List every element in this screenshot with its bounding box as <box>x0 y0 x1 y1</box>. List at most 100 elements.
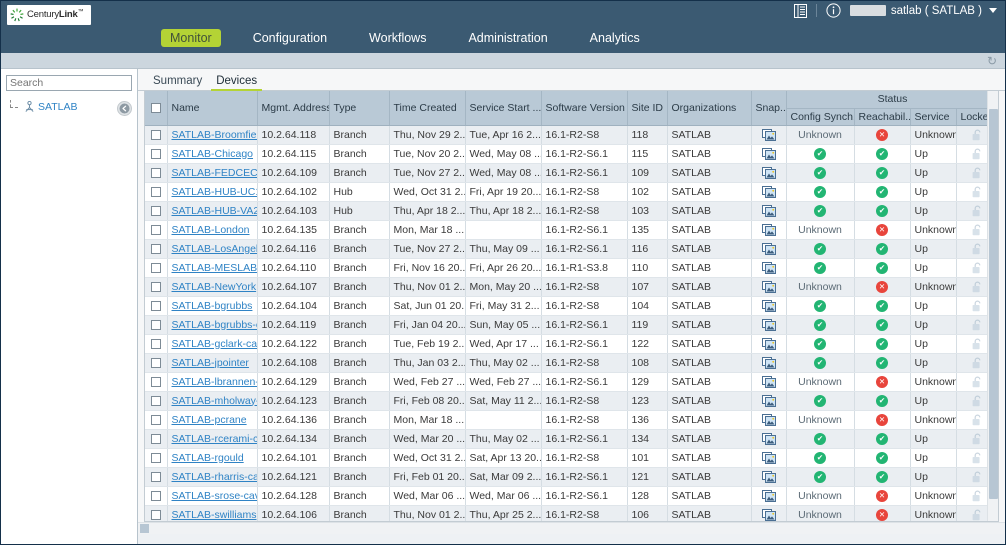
snapshot-icon[interactable] <box>761 451 776 464</box>
cell-name[interactable]: SATLAB-bgrubbs <box>167 296 258 316</box>
table-row[interactable]: SATLAB-rcerami-cavs10.2.64.134BranchWed,… <box>145 429 998 449</box>
snapshot-icon[interactable] <box>761 204 776 217</box>
tree-item-satlab[interactable]: SATLAB <box>6 100 132 113</box>
col-header-mgmt-address[interactable]: Mgmt. Address <box>257 91 330 126</box>
cell-snapshot[interactable] <box>751 448 787 468</box>
table-row[interactable]: SATLAB-rharris-cavs10.2.64.121BranchFri,… <box>145 467 998 487</box>
cell-snapshot[interactable] <box>751 467 787 487</box>
cell-name[interactable]: SATLAB-bgrubbs-ca... <box>167 315 258 335</box>
cell-snapshot[interactable] <box>751 372 787 392</box>
cell-name[interactable]: SATLAB-lbrannen-c... <box>167 372 258 392</box>
table-row[interactable]: SATLAB-NewYork 10.2.64.107 Branch Thu, Nov … <box>145 277 998 297</box>
table-row[interactable]: SATLAB-srose-cavs 10.2.64.128 Branch Wed, M… <box>145 486 998 506</box>
cell-name[interactable]: SATLAB-HUB-UC1 <box>167 182 258 202</box>
col-header-software-version[interactable]: Software Version <box>541 91 628 126</box>
select-all-header[interactable] <box>145 91 168 126</box>
cell-name[interactable]: SATLAB-mholway-c... <box>167 391 258 411</box>
snapshot-icon[interactable] <box>761 223 776 236</box>
device-name-link[interactable]: SATLAB-jpointer <box>172 357 249 369</box>
row-checkbox[interactable] <box>150 471 161 482</box>
device-name-link[interactable]: SATLAB-LosAngeles <box>172 243 257 255</box>
snapshot-icon[interactable] <box>761 185 776 198</box>
table-row[interactable]: SATLAB-London 10.2.64.135 Branch Mon, Mar 1… <box>145 220 998 240</box>
row-select-cell[interactable] <box>145 467 168 487</box>
unlocked-icon[interactable] <box>972 262 983 274</box>
unlocked-icon[interactable] <box>972 414 983 426</box>
collapse-sidebar-button[interactable] <box>117 101 132 116</box>
device-name-link[interactable]: SATLAB-bgrubbs-ca... <box>172 319 257 331</box>
row-checkbox[interactable] <box>150 148 161 159</box>
snapshot-icon[interactable] <box>761 166 776 179</box>
device-name-link[interactable]: SATLAB-MESLAB1 <box>172 262 257 274</box>
row-select-cell[interactable] <box>145 353 168 373</box>
snapshot-icon[interactable] <box>761 470 776 483</box>
cell-name[interactable]: SATLAB-FEDCEC <box>167 163 258 183</box>
device-name-link[interactable]: SATLAB-srose-cavs <box>172 490 257 502</box>
unlocked-icon[interactable] <box>972 338 983 350</box>
cell-snapshot[interactable] <box>751 163 787 183</box>
unlocked-icon[interactable] <box>972 490 983 502</box>
cell-snapshot[interactable] <box>751 334 787 354</box>
cell-snapshot[interactable] <box>751 201 787 221</box>
row-select-cell[interactable] <box>145 391 168 411</box>
snapshot-icon[interactable] <box>761 508 776 521</box>
table-row[interactable]: SATLAB-bgrubbs-ca...10.2.64.119BranchFri… <box>145 315 998 335</box>
nav-item-monitor[interactable]: Monitor <box>161 29 221 47</box>
snapshot-icon[interactable] <box>761 242 776 255</box>
cell-name[interactable]: SATLAB-HUB-VA2 <box>167 201 258 221</box>
snapshot-icon[interactable] <box>761 280 776 293</box>
col-header-type[interactable]: Type <box>329 91 390 126</box>
device-name-link[interactable]: SATLAB-Chicago <box>172 148 254 160</box>
cell-snapshot[interactable] <box>751 429 787 449</box>
table-row[interactable]: SATLAB-bgrubbs 10.2.64.104 Branch Sat, Jun … <box>145 296 998 316</box>
centurylink-logo[interactable]: CenturyLink™ <box>7 5 91 25</box>
table-row[interactable]: SATLAB-Broomfield 10.2.64.118 Branch Thu, N… <box>145 125 998 145</box>
cell-name[interactable]: SATLAB-LosAngeles <box>167 239 258 259</box>
table-row[interactable]: SATLAB-pcrane 10.2.64.136 Branch Mon, Mar 1… <box>145 410 998 430</box>
cell-name[interactable]: SATLAB-srose-cavs <box>167 486 258 506</box>
nav-item-analytics[interactable]: Analytics <box>580 28 650 48</box>
device-name-link[interactable]: SATLAB-HUB-UC1 <box>172 186 257 198</box>
row-checkbox[interactable] <box>150 281 161 292</box>
snapshot-icon[interactable] <box>761 128 776 141</box>
row-checkbox[interactable] <box>150 167 161 178</box>
nav-item-workflows[interactable]: Workflows <box>359 28 436 48</box>
cell-snapshot[interactable] <box>751 182 787 202</box>
row-checkbox[interactable] <box>150 338 161 349</box>
row-checkbox[interactable] <box>150 376 161 387</box>
table-row[interactable]: SATLAB-lbrannen-c...10.2.64.129BranchWed… <box>145 372 998 392</box>
cell-snapshot[interactable] <box>751 220 787 240</box>
nav-item-administration[interactable]: Administration <box>458 28 557 48</box>
row-checkbox[interactable] <box>150 205 161 216</box>
snapshot-icon[interactable] <box>761 299 776 312</box>
table-row[interactable]: SATLAB-HUB-UC1 10.2.64.102 Hub Wed, Oct 31 … <box>145 182 998 202</box>
table-row[interactable]: SATLAB-gclark-cavs10.2.64.122BranchTue, … <box>145 334 998 354</box>
row-select-cell[interactable] <box>145 505 168 521</box>
table-row[interactable]: SATLAB-rgould 10.2.64.101 Branch Wed, Oct 3… <box>145 448 998 468</box>
snapshot-icon[interactable] <box>761 413 776 426</box>
device-name-link[interactable]: SATLAB-Broomfield <box>172 129 257 141</box>
row-select-cell[interactable] <box>145 125 168 145</box>
device-name-link[interactable]: SATLAB-pcrane <box>172 414 247 426</box>
search-input[interactable] <box>6 75 132 91</box>
row-checkbox[interactable] <box>150 243 161 254</box>
row-select-cell[interactable] <box>145 410 168 430</box>
table-row[interactable]: SATLAB-LosAngeles10.2.64.116BranchTue, N… <box>145 239 998 259</box>
col-header-name[interactable]: Name <box>167 91 258 126</box>
col-header-snapshot[interactable]: Snap... <box>751 91 787 126</box>
cell-snapshot[interactable] <box>751 125 787 145</box>
row-select-cell[interactable] <box>145 182 168 202</box>
row-checkbox[interactable] <box>150 395 161 406</box>
snapshot-icon[interactable] <box>761 375 776 388</box>
row-select-cell[interactable] <box>145 220 168 240</box>
col-header-reachability[interactable]: Reachabil... <box>854 108 911 126</box>
row-checkbox[interactable] <box>150 224 161 235</box>
row-checkbox[interactable] <box>150 433 161 444</box>
col-header-service[interactable]: Service <box>910 108 957 126</box>
unlocked-icon[interactable] <box>972 129 983 141</box>
row-select-cell[interactable] <box>145 296 168 316</box>
snapshot-icon[interactable] <box>761 489 776 502</box>
device-name-link[interactable]: SATLAB-rgould <box>172 452 244 464</box>
snapshot-icon[interactable] <box>761 394 776 407</box>
horizontal-scrollbar[interactable] <box>138 522 1005 534</box>
